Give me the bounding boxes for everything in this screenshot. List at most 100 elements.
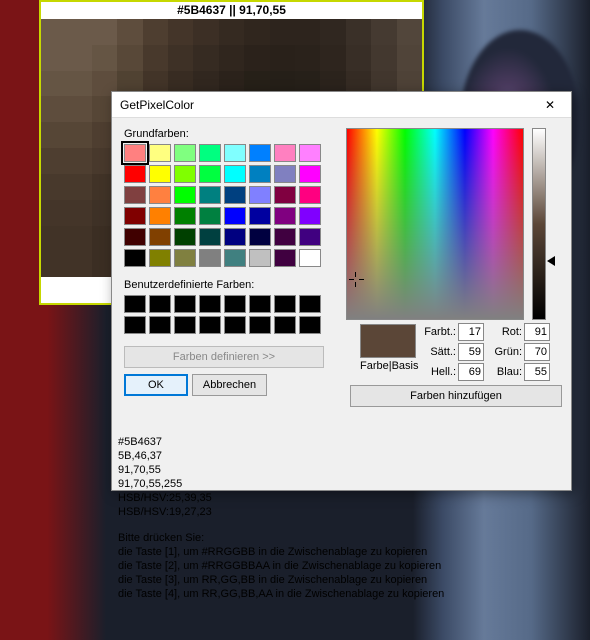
basic-color-swatch[interactable] xyxy=(224,186,246,204)
pixel-cell xyxy=(244,19,269,45)
basic-color-swatch[interactable] xyxy=(274,228,296,246)
basic-color-swatch[interactable] xyxy=(149,165,171,183)
basic-color-swatch[interactable] xyxy=(249,207,271,225)
red-input[interactable] xyxy=(524,323,550,341)
custom-color-swatch[interactable] xyxy=(224,316,246,334)
green-input[interactable] xyxy=(524,343,550,361)
sat-input[interactable] xyxy=(458,343,484,361)
basic-color-swatch[interactable] xyxy=(249,165,271,183)
basic-color-swatch[interactable] xyxy=(249,228,271,246)
basic-color-swatch[interactable] xyxy=(249,186,271,204)
basic-color-swatch[interactable] xyxy=(174,165,196,183)
basic-color-swatch[interactable] xyxy=(124,144,146,162)
blue-input[interactable] xyxy=(524,363,550,381)
basic-color-swatch[interactable] xyxy=(224,144,246,162)
basic-color-swatch[interactable] xyxy=(149,186,171,204)
custom-colors-grid xyxy=(124,295,334,334)
dialog-titlebar[interactable]: GetPixelColor ✕ xyxy=(112,92,571,118)
custom-color-swatch[interactable] xyxy=(174,316,196,334)
basic-color-swatch[interactable] xyxy=(224,165,246,183)
basic-color-swatch[interactable] xyxy=(124,207,146,225)
basic-color-swatch[interactable] xyxy=(224,228,246,246)
basic-color-swatch[interactable] xyxy=(199,165,221,183)
basic-color-swatch[interactable] xyxy=(249,249,271,267)
ok-button[interactable]: OK xyxy=(124,374,188,396)
basic-color-swatch[interactable] xyxy=(299,165,321,183)
pixel-cell xyxy=(371,19,396,45)
close-button[interactable]: ✕ xyxy=(535,95,565,115)
basic-color-swatch[interactable] xyxy=(199,228,221,246)
basic-color-swatch[interactable] xyxy=(174,228,196,246)
pixel-cell xyxy=(66,122,91,148)
basic-color-swatch[interactable] xyxy=(149,144,171,162)
basic-color-swatch[interactable] xyxy=(299,144,321,162)
basic-color-swatch[interactable] xyxy=(274,249,296,267)
custom-color-swatch[interactable] xyxy=(124,316,146,334)
basic-color-swatch[interactable] xyxy=(124,249,146,267)
basic-color-swatch[interactable] xyxy=(124,186,146,204)
pixel-preview-title: #5B4637 || 91,70,55 xyxy=(41,2,422,19)
pixel-cell xyxy=(66,200,91,226)
basic-color-swatch[interactable] xyxy=(149,249,171,267)
pixel-cell xyxy=(397,45,422,71)
custom-color-swatch[interactable] xyxy=(174,295,196,313)
basic-color-swatch[interactable] xyxy=(149,207,171,225)
basic-color-swatch[interactable] xyxy=(174,207,196,225)
basic-color-swatch[interactable] xyxy=(224,207,246,225)
pixel-cell xyxy=(320,19,345,45)
lum-input[interactable] xyxy=(458,363,484,381)
luminance-arrow-icon xyxy=(547,256,555,266)
basic-color-swatch[interactable] xyxy=(174,249,196,267)
basic-color-swatch[interactable] xyxy=(199,207,221,225)
pixel-cell xyxy=(270,45,295,71)
basic-color-swatch[interactable] xyxy=(249,144,271,162)
basic-color-swatch[interactable] xyxy=(199,144,221,162)
pixel-cell xyxy=(66,71,91,97)
red-label: Rot: xyxy=(492,326,522,338)
hue-input[interactable] xyxy=(458,323,484,341)
basic-color-swatch[interactable] xyxy=(124,165,146,183)
basic-color-swatch[interactable] xyxy=(274,207,296,225)
custom-color-swatch[interactable] xyxy=(249,316,271,334)
custom-color-swatch[interactable] xyxy=(199,316,221,334)
pixel-cell xyxy=(168,19,193,45)
custom-color-swatch[interactable] xyxy=(149,316,171,334)
custom-color-swatch[interactable] xyxy=(249,295,271,313)
cancel-button[interactable]: Abbrechen xyxy=(192,374,267,396)
add-colors-button[interactable]: Farben hinzufügen xyxy=(350,385,562,407)
luminance-slider[interactable] xyxy=(532,128,546,320)
basic-color-swatch[interactable] xyxy=(299,228,321,246)
basic-color-swatch[interactable] xyxy=(274,165,296,183)
custom-color-swatch[interactable] xyxy=(124,295,146,313)
basic-color-swatch[interactable] xyxy=(124,228,146,246)
custom-color-swatch[interactable] xyxy=(224,295,246,313)
basic-color-swatch[interactable] xyxy=(149,228,171,246)
custom-color-swatch[interactable] xyxy=(274,316,296,334)
basic-color-swatch[interactable] xyxy=(174,144,196,162)
custom-color-swatch[interactable] xyxy=(274,295,296,313)
pixel-cell xyxy=(92,45,117,71)
pixel-cell xyxy=(66,45,91,71)
basic-color-swatch[interactable] xyxy=(274,186,296,204)
basic-color-swatch[interactable] xyxy=(299,186,321,204)
basic-color-swatch[interactable] xyxy=(174,186,196,204)
left-column: Grundfarben: Benutzerdefinierte Farben: … xyxy=(124,128,334,396)
basic-color-swatch[interactable] xyxy=(299,249,321,267)
hint-4: die Taste [4], um RR,GG,BB,AA in die Zwi… xyxy=(118,587,444,601)
basic-color-swatch[interactable] xyxy=(274,144,296,162)
custom-color-swatch[interactable] xyxy=(149,295,171,313)
pixel-cell xyxy=(117,45,142,71)
output-text: #5B4637 5B,46,37 91,70,55 91,70,55,255 H… xyxy=(118,435,444,601)
pixel-cell xyxy=(41,96,66,122)
pixel-cell xyxy=(219,19,244,45)
basic-color-swatch[interactable] xyxy=(299,207,321,225)
custom-color-swatch[interactable] xyxy=(299,316,321,334)
basic-color-swatch[interactable] xyxy=(224,249,246,267)
basic-color-swatch[interactable] xyxy=(199,249,221,267)
color-basis-label: Farbe|Basis xyxy=(360,360,419,372)
color-gradient[interactable] xyxy=(346,128,524,320)
custom-color-swatch[interactable] xyxy=(199,295,221,313)
basic-color-swatch[interactable] xyxy=(199,186,221,204)
hint-2: die Taste [2], um #RRGGBBAA in die Zwisc… xyxy=(118,559,444,573)
custom-color-swatch[interactable] xyxy=(299,295,321,313)
